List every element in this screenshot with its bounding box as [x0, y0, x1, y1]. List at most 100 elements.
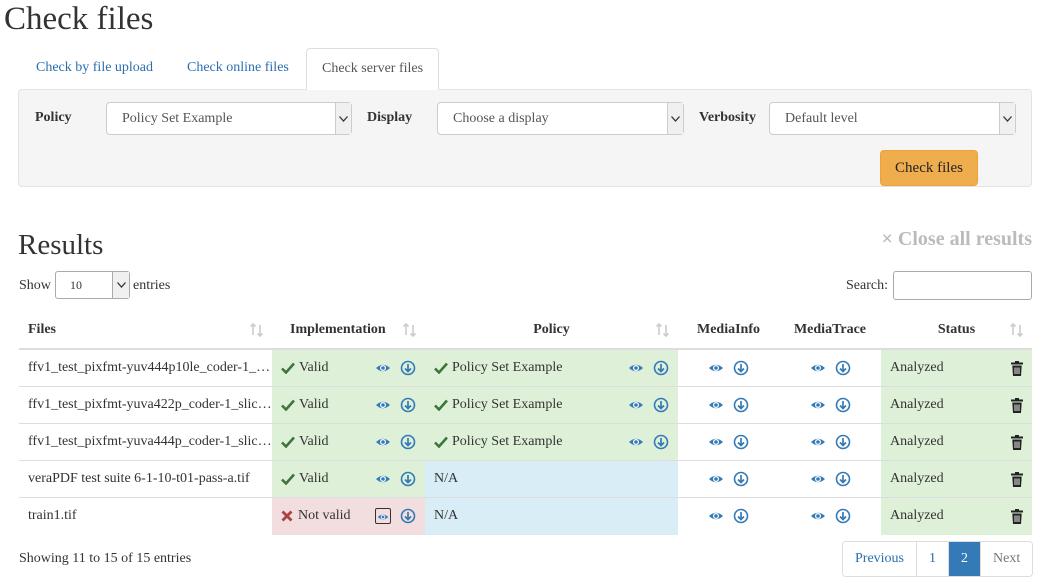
view-policy-report-icon[interactable] [628, 434, 644, 450]
trash-icon[interactable] [1011, 508, 1023, 524]
download-mediainfo-icon[interactable] [733, 434, 749, 450]
implementation-result: Valid [299, 471, 329, 486]
sort-icon [403, 323, 417, 337]
download-mediatrace-icon[interactable] [835, 508, 851, 524]
download-mediatrace-icon[interactable] [835, 471, 851, 487]
download-mediainfo-icon[interactable] [733, 508, 749, 524]
verbosity-select[interactable]: Default level [769, 102, 1016, 135]
search-input[interactable] [893, 271, 1032, 300]
view-mediatrace-icon[interactable] [810, 471, 826, 487]
column-header-implementation[interactable]: Implementation [272, 312, 425, 350]
column-header-mediatrace: MediaTrace [779, 312, 881, 350]
view-mediatrace-icon[interactable] [810, 360, 826, 376]
mediainfo-cell [678, 386, 779, 424]
page-button-2[interactable]: 2 [948, 542, 980, 576]
download-policy-report-icon[interactable] [653, 397, 669, 413]
view-policy-report-icon[interactable] [628, 397, 644, 413]
checkmark-icon [281, 473, 299, 485]
column-header-files[interactable]: Files [19, 312, 272, 350]
next-page-button[interactable]: Next [980, 542, 1033, 576]
policy-cell: Policy Set Example [425, 423, 678, 461]
file-name[interactable]: ffv1_test_pixfmt-yuva444p_coder-1_slice-… [19, 423, 272, 461]
policy-result: N/A [434, 471, 459, 486]
tab-check-server-files[interactable]: Check server files [306, 48, 440, 90]
download-implementation-report-icon[interactable] [400, 471, 416, 487]
display-select[interactable]: Choose a display [437, 102, 684, 135]
policy-result: Policy Set Example [452, 434, 563, 449]
files-header-label: Files [28, 322, 56, 337]
download-policy-report-icon[interactable] [653, 360, 669, 376]
view-mediainfo-icon[interactable] [708, 360, 724, 376]
entries-label: entries [133, 278, 171, 293]
download-mediainfo-icon[interactable] [733, 397, 749, 413]
trash-icon[interactable] [1011, 397, 1023, 413]
status-text: Analyzed [890, 508, 944, 524]
mediainfo-cell [678, 460, 779, 498]
view-mediainfo-icon[interactable] [708, 471, 724, 487]
view-implementation-report-icon[interactable] [375, 397, 391, 413]
view-implementation-report-icon[interactable] [375, 360, 391, 376]
show-label: Show [19, 278, 51, 293]
implementation-header-label: Implementation [290, 322, 386, 337]
trash-icon[interactable] [1011, 360, 1023, 376]
results-title: Results [18, 229, 104, 261]
status-cell: Analyzed [881, 460, 1032, 498]
tab-check-online-files[interactable]: Check online files [172, 48, 304, 90]
view-mediatrace-icon[interactable] [810, 397, 826, 413]
trash-icon[interactable] [1011, 471, 1023, 487]
view-mediainfo-icon[interactable] [708, 397, 724, 413]
status-cell: Analyzed [881, 348, 1032, 387]
chevron-down-icon [335, 103, 351, 134]
sort-icon [1010, 323, 1024, 337]
chevron-down-icon [112, 272, 129, 298]
view-mediainfo-icon[interactable] [708, 508, 724, 524]
file-name[interactable]: ffv1_test_pixfmt-yuva422p_coder-1_slice-… [19, 386, 272, 424]
download-policy-report-icon[interactable] [653, 434, 669, 450]
table-row: veraPDF test suite 6-1-10-t01-pass-a.tif… [19, 460, 1032, 498]
page-length-select[interactable]: 10 [55, 271, 130, 299]
download-mediatrace-icon[interactable] [835, 360, 851, 376]
checkmark-icon [281, 436, 299, 448]
view-mediatrace-icon[interactable] [810, 434, 826, 450]
check-files-button[interactable]: Check files [880, 150, 978, 186]
close-all-results-button[interactable]: × Close all results [882, 228, 1032, 251]
display-select-value: Choose a display [453, 111, 549, 126]
implementation-cell: Valid [272, 348, 425, 387]
view-mediatrace-icon[interactable] [810, 508, 826, 524]
download-mediainfo-icon[interactable] [733, 360, 749, 376]
download-mediainfo-icon[interactable] [733, 471, 749, 487]
previous-page-button[interactable]: Previous [843, 542, 916, 576]
display-label: Display [367, 110, 413, 125]
implementation-cell: Not valid [272, 497, 425, 535]
view-implementation-report-icon[interactable] [375, 434, 391, 450]
download-implementation-report-icon[interactable] [400, 508, 416, 524]
chevron-down-icon [999, 103, 1015, 134]
view-implementation-report-icon[interactable] [375, 471, 391, 487]
mediainfo-cell [678, 348, 779, 387]
search-label: Search: [846, 278, 888, 293]
mediainfo-cell [678, 423, 779, 461]
view-policy-report-icon[interactable] [628, 360, 644, 376]
verbosity-label: Verbosity [699, 110, 757, 125]
download-implementation-report-icon[interactable] [400, 397, 416, 413]
view-implementation-report-icon[interactable] [375, 508, 391, 525]
table-info: Showing 11 to 15 of 15 entries [19, 551, 192, 566]
policy-select[interactable]: Policy Set Example [106, 102, 352, 135]
trash-icon[interactable] [1011, 434, 1023, 450]
download-implementation-report-icon[interactable] [400, 360, 416, 376]
column-header-policy[interactable]: Policy [425, 312, 678, 350]
download-mediatrace-icon[interactable] [835, 397, 851, 413]
column-header-status[interactable]: Status [881, 312, 1032, 350]
policy-header-label: Policy [533, 322, 570, 337]
page-button-1[interactable]: 1 [916, 542, 948, 576]
download-mediatrace-icon[interactable] [835, 434, 851, 450]
file-name[interactable]: train1.tif [19, 497, 272, 535]
view-mediainfo-icon[interactable] [708, 434, 724, 450]
file-name[interactable]: veraPDF test suite 6-1-10-t01-pass-a.tif [19, 460, 272, 498]
download-implementation-report-icon[interactable] [400, 434, 416, 450]
checkmark-icon [281, 399, 299, 411]
file-name[interactable]: ffv1_test_pixfmt-yuv444p10le_coder-1_sli… [19, 348, 272, 387]
policy-cell: Policy Set Example [425, 386, 678, 424]
status-header-label: Status [937, 322, 976, 337]
tab-check-by-file-upload[interactable]: Check by file upload [21, 48, 168, 90]
